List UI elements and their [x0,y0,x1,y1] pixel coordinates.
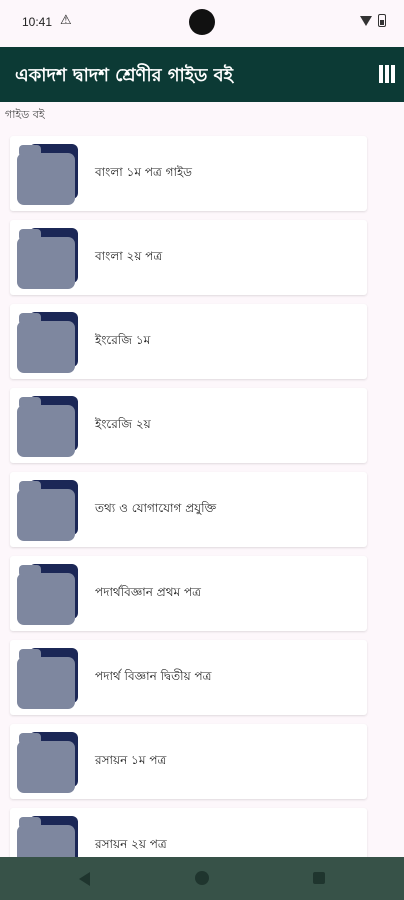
list-item-label: পদার্থ বিজ্ঞান দ্বিতীয় পত্র [95,669,212,683]
list-item[interactable]: বাংলা ১ম পত্র গাইড [10,136,367,211]
page-title: একাদশ দ্বাদশ শ্রেণীর গাইড বই [15,65,234,86]
folder-icon [17,564,78,625]
folder-icon [17,228,78,289]
list-item-label: বাংলা ২য় পত্র [95,249,163,263]
folder-icon [17,144,78,205]
wifi-icon [360,15,372,26]
list-item[interactable]: পদার্থ বিজ্ঞান দ্বিতীয় পত্র [10,640,367,715]
menu-bars-icon[interactable] [379,65,397,85]
app-bar: একাদশ দ্বাদশ শ্রেণীর গাইড বই [0,47,404,102]
recents-icon[interactable] [313,872,325,884]
home-icon[interactable] [195,871,209,885]
back-icon[interactable] [79,872,90,886]
list-item-label: পদার্থবিজ্ঞান প্রথম পত্র [95,585,201,599]
list-item[interactable]: তথ্য ও যোগাযোগ প্রযুক্তি [10,472,367,547]
folder-icon [17,732,78,793]
folder-icon [17,396,78,457]
section-label: গাইড বই [5,108,45,121]
status-icons [360,14,386,27]
list-item-label: বাংলা ১ম পত্র গাইড [95,165,193,179]
folder-icon [17,480,78,541]
battery-icon [378,14,386,27]
status-time: 10:41 [22,15,53,29]
list-item-label: রসায়ন ১ম পত্র [95,753,167,767]
list-item-label: রসায়ন ২য় পত্র [95,837,167,851]
list-item[interactable]: রসায়ন ১ম পত্র [10,724,367,799]
list-item-label: ইংরেজি ২য় [95,417,151,431]
system-nav-bar [0,857,404,900]
list-item[interactable]: ইংরেজি ১ম [10,304,367,379]
camera-cutout [189,9,215,35]
list-item-label: ইংরেজি ১ম [95,333,151,347]
folder-icon [17,648,78,709]
status-bar: 10:41 ⚠ [0,0,404,46]
folder-icon [17,312,78,373]
list-item[interactable]: ইংরেজি ২য় [10,388,367,463]
guide-list: বাংলা ১ম পত্র গাইড বাংলা ২য় পত্র ইংরেজি… [10,136,367,892]
list-item[interactable]: পদার্থবিজ্ঞান প্রথম পত্র [10,556,367,631]
list-item[interactable]: বাংলা ২য় পত্র [10,220,367,295]
alert-icon: ⚠ [60,13,72,28]
list-item-label: তথ্য ও যোগাযোগ প্রযুক্তি [95,501,217,515]
